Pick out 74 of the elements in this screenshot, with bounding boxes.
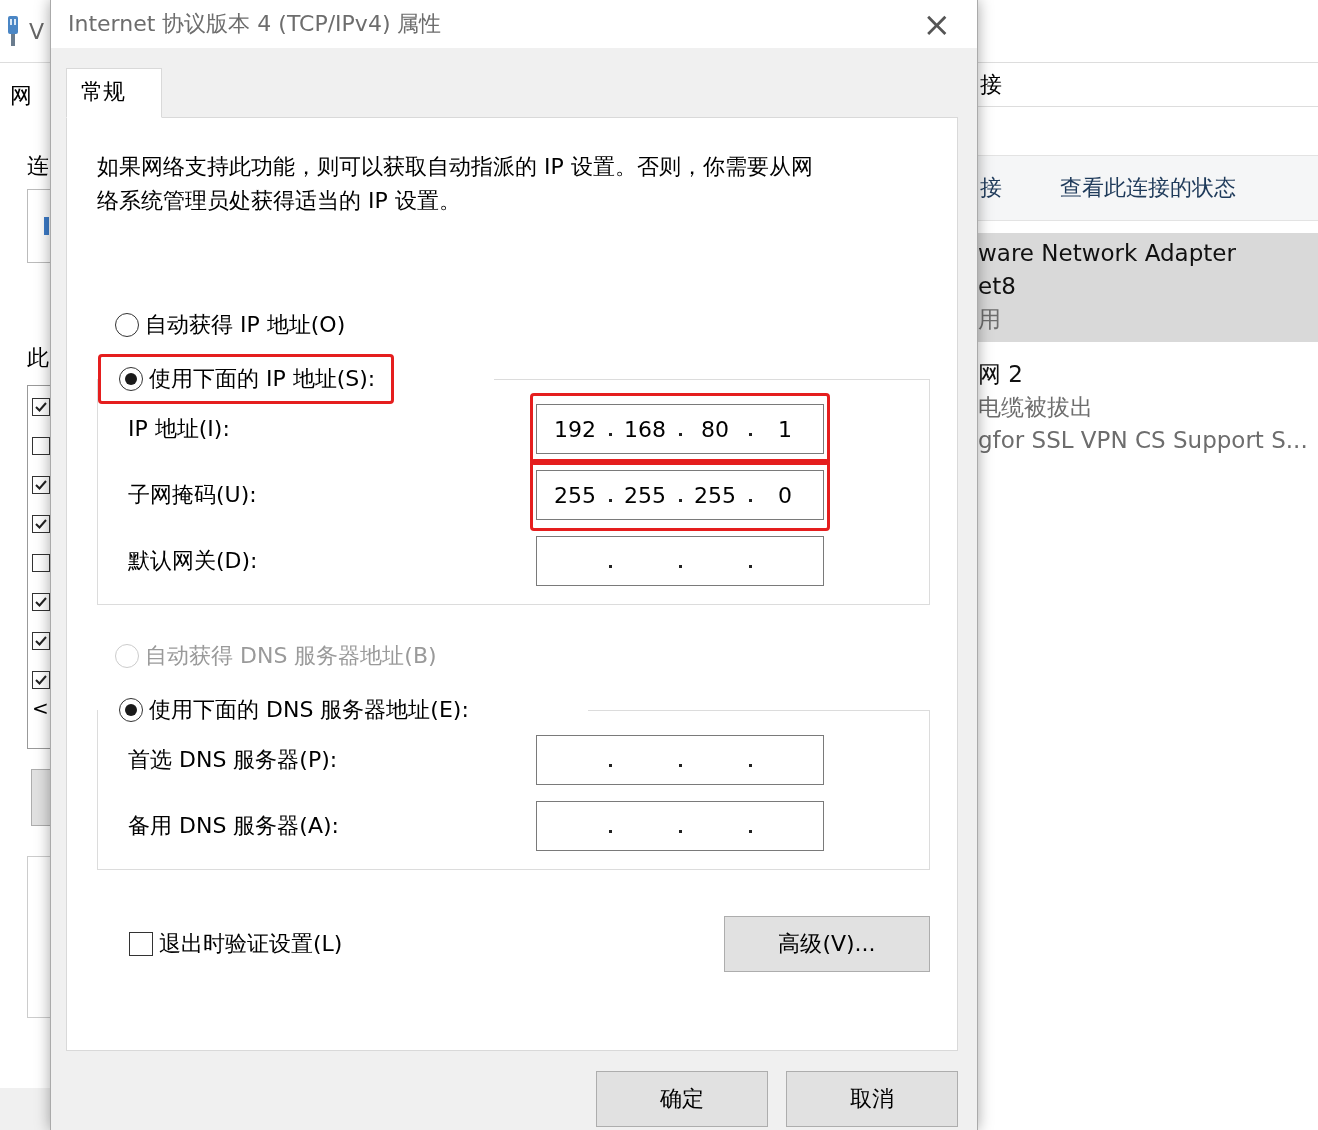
dot-separator-icon xyxy=(748,564,752,568)
dot-separator-icon xyxy=(748,829,752,833)
ip-address-field[interactable] xyxy=(536,735,824,785)
dot-separator-icon xyxy=(678,498,682,502)
dot-separator-icon xyxy=(748,498,752,502)
checkbox[interactable] xyxy=(32,671,50,689)
checkbox[interactable] xyxy=(32,515,50,533)
checkbox[interactable] xyxy=(32,437,50,455)
network-plug-icon xyxy=(5,16,21,46)
close-button[interactable]: × xyxy=(916,7,957,41)
octet-text: 255 xyxy=(553,482,597,508)
dot-separator-icon xyxy=(608,432,612,436)
selected-adapter-item[interactable]: ware Network Adapter et8 用 xyxy=(978,233,1318,342)
adapter-text: 用 xyxy=(978,305,1002,334)
checkbox-icon xyxy=(129,932,153,956)
section-label: 连 xyxy=(27,152,50,180)
adapter-text: ware Network Adapter xyxy=(978,239,1237,268)
checkbox[interactable] xyxy=(32,593,50,611)
dot-separator-icon xyxy=(608,498,612,502)
checkmark-icon xyxy=(35,635,47,647)
checkmark-icon xyxy=(35,674,47,686)
octet-text: 255 xyxy=(623,482,667,508)
octet-text: 168 xyxy=(623,416,667,442)
description-text: 如果网络支持此功能，则可以获取自动指派的 IP 设置。否则，你需要从网络系统管理员处获得适当的 IP 设置。 xyxy=(97,153,814,215)
dot-separator-icon xyxy=(678,829,682,833)
field-label: 子网掩码(U): xyxy=(128,481,258,509)
advanced-button[interactable]: 高级(V)... xyxy=(724,916,930,972)
adapter-text: et8 xyxy=(978,272,1017,301)
toolbar-item[interactable]: 接 xyxy=(980,173,1002,203)
octet-text: 0 xyxy=(777,482,793,508)
dot-separator-icon xyxy=(748,763,752,767)
octet-text: 80 xyxy=(700,416,730,442)
highlighted-radio-option[interactable]: 使用下面的 IP 地址(S): xyxy=(98,354,395,404)
adapter-text: 电缆被拔出 xyxy=(978,393,1094,422)
field-label: 默认网关(D): xyxy=(128,547,259,575)
dot-separator-icon xyxy=(608,763,612,767)
toolbar-item[interactable]: 查看此连接的状态 xyxy=(1060,173,1236,203)
checkbox[interactable] xyxy=(32,632,50,650)
octet-text: 1 xyxy=(777,416,793,442)
checkmark-icon xyxy=(35,479,47,491)
dot-separator-icon xyxy=(608,564,612,568)
field-label: 备用 DNS 服务器(A): xyxy=(128,812,340,840)
field-label: 首选 DNS 服务器(P): xyxy=(128,746,339,774)
dot-separator-icon xyxy=(678,564,682,568)
ip-address-field[interactable] xyxy=(536,536,824,586)
adapter-text: gfor SSL VPN CS Support S... xyxy=(978,426,1309,455)
checkmark-icon xyxy=(35,518,47,530)
dialog-title: Internet 协议版本 4 (TCP/IPv4) 属性 xyxy=(68,10,442,38)
field-label: IP 地址(I): xyxy=(128,415,231,443)
ip-address-field[interactable]: 192 168 80 1 xyxy=(536,404,824,454)
scroll-arrow[interactable]: < xyxy=(32,696,50,720)
window-title: V xyxy=(29,18,45,44)
octet-text: 192 xyxy=(553,416,597,442)
dot-separator-icon xyxy=(678,432,682,436)
validate-checkbox[interactable]: 退出时验证设置(L) xyxy=(129,929,343,959)
tab[interactable]: 接 xyxy=(980,69,1002,100)
ip-address-field[interactable] xyxy=(536,801,824,851)
section-label: 此 xyxy=(27,344,50,372)
checkbox[interactable] xyxy=(32,554,50,572)
tab[interactable]: 常规 xyxy=(66,68,162,118)
checkbox[interactable] xyxy=(32,476,50,494)
ok-button[interactable]: 确定 xyxy=(596,1071,768,1127)
adapter-item[interactable]: 网 2 电缆被拔出 gfor SSL VPN CS Support S... xyxy=(978,354,1318,463)
dot-separator-icon xyxy=(608,829,612,833)
cancel-button[interactable]: 取消 xyxy=(786,1071,958,1127)
checkbox[interactable] xyxy=(32,398,50,416)
dot-separator-icon xyxy=(678,763,682,767)
adapter-text: 网 2 xyxy=(978,360,1024,389)
tab[interactable]: 网 xyxy=(10,81,50,111)
ip-address-field[interactable]: 255 255 255 0 xyxy=(536,470,824,520)
checkmark-icon xyxy=(35,596,47,608)
checkmark-icon xyxy=(35,401,47,413)
dot-separator-icon xyxy=(748,432,752,436)
octet-text: 255 xyxy=(693,482,737,508)
